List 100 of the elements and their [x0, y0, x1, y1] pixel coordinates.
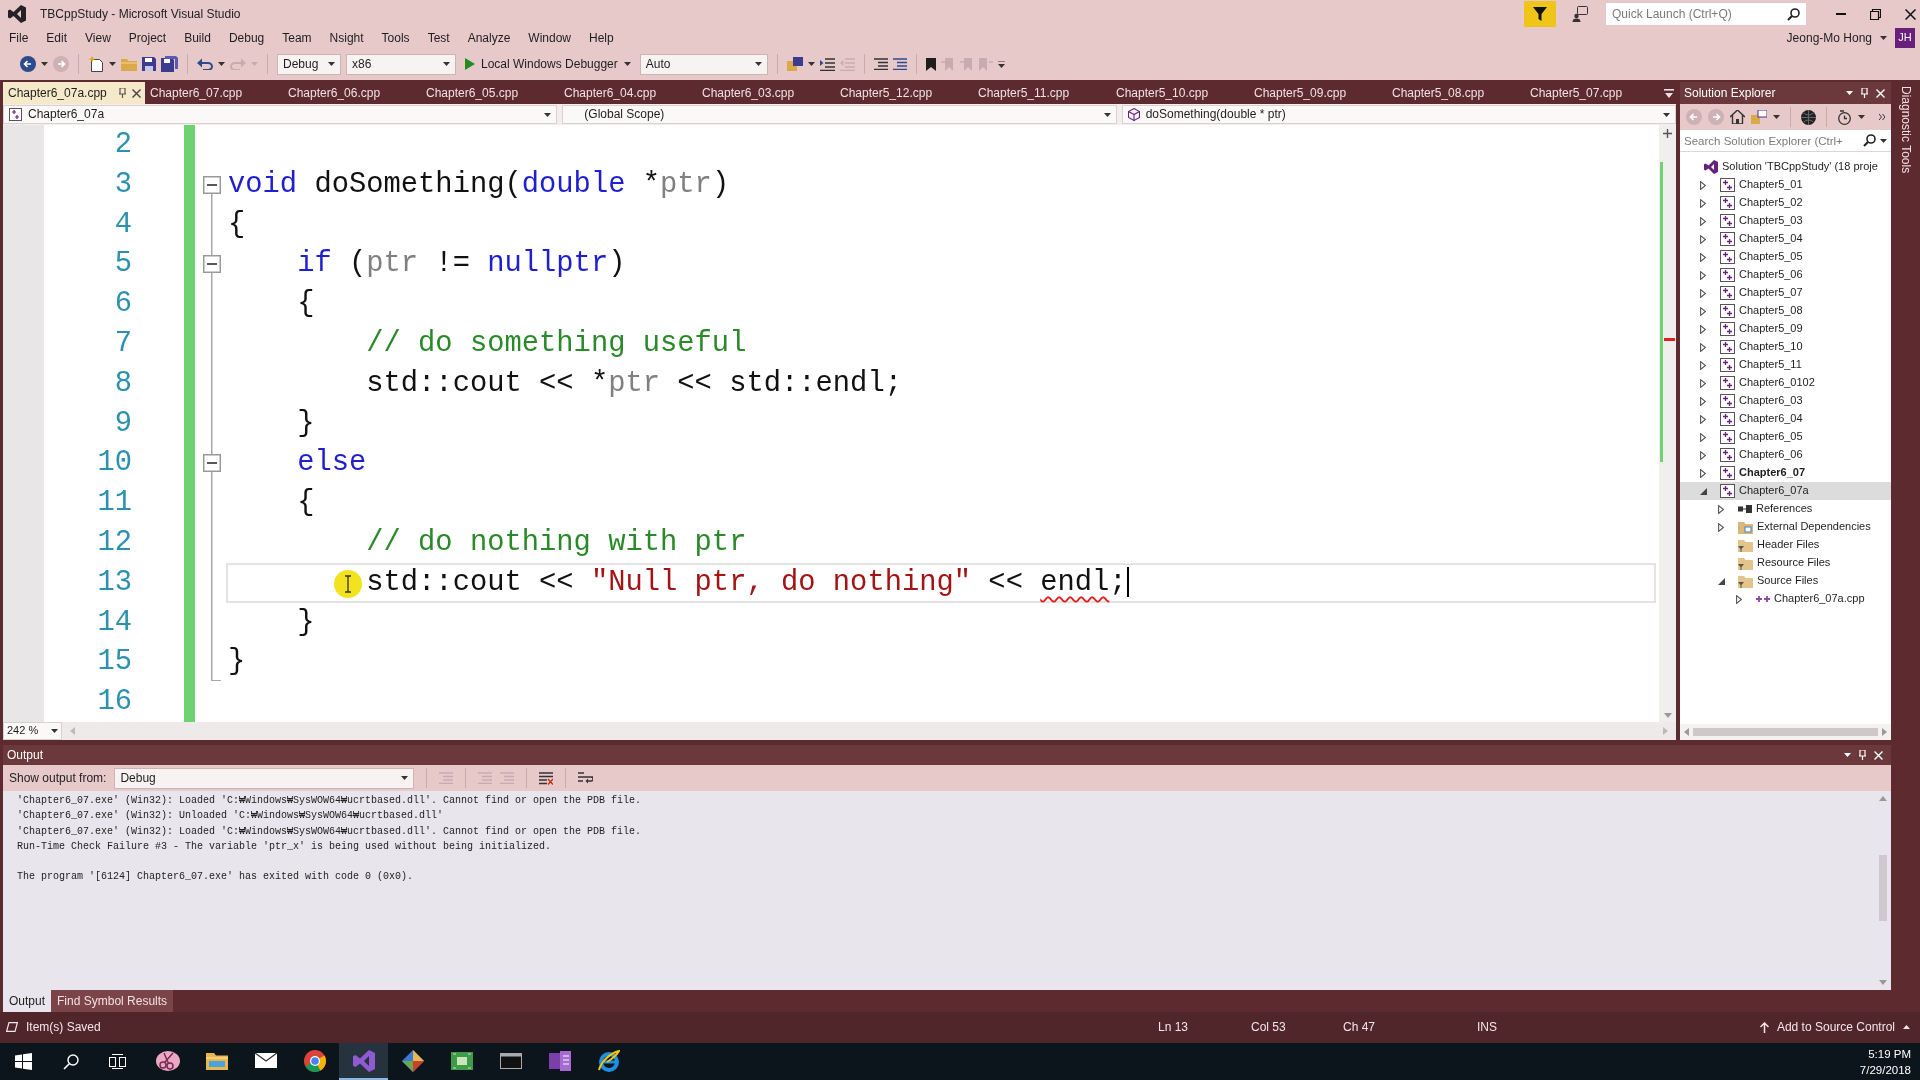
tab-list-icon[interactable]: [1664, 88, 1674, 98]
tree-item[interactable]: Chapter6_04: [1680, 410, 1891, 428]
round-logo-icon[interactable]: [303, 1049, 326, 1072]
document-tab[interactable]: Chapter6_03.cpp: [697, 82, 835, 104]
expanded-arrow-icon[interactable]: [1700, 487, 1707, 495]
left-arrow-icon[interactable]: [1684, 728, 1689, 736]
tree-item[interactable]: Solution 'TBCppStudy' (18 proje: [1680, 158, 1891, 176]
caret-icon[interactable]: [218, 62, 225, 66]
collapsed-arrow-icon[interactable]: [1718, 504, 1724, 514]
collapsed-arrow-icon[interactable]: [1700, 180, 1706, 190]
collapse-icon[interactable]: [203, 175, 221, 194]
tree-item[interactable]: Chapter5_03: [1680, 212, 1891, 230]
collapsed-arrow-icon[interactable]: [1700, 252, 1706, 262]
collapsed-arrow-icon[interactable]: [1700, 450, 1706, 460]
new-file-icon[interactable]: [88, 56, 104, 72]
menu-item[interactable]: Tools: [372, 30, 419, 46]
start-debugging-button[interactable]: Local Windows Debugger: [461, 56, 635, 72]
tree-item[interactable]: Chapter6_07: [1680, 464, 1891, 482]
caret-up-icon[interactable]: [1903, 1025, 1910, 1030]
home-icon[interactable]: [1730, 110, 1745, 124]
tree-item[interactable]: Header Files: [1680, 536, 1891, 554]
tree-item[interactable]: Chapter5_07: [1680, 284, 1891, 302]
search-icon[interactable]: [62, 1053, 79, 1070]
member-combo[interactable]: doSomething(double * ptr): [1121, 105, 1676, 124]
pin-icon[interactable]: [118, 88, 126, 98]
collapsed-arrow-icon[interactable]: [1700, 216, 1706, 226]
back-icon[interactable]: [20, 56, 36, 72]
save-all-icon[interactable]: [161, 56, 178, 72]
caret-icon[interactable]: [109, 62, 116, 66]
tree-item[interactable]: Chapter6_0102: [1680, 374, 1891, 392]
tree-item[interactable]: Chapter5_05: [1680, 248, 1891, 266]
bookmark-icon[interactable]: [925, 57, 936, 71]
menu-item[interactable]: Help: [580, 30, 623, 46]
source-control-button[interactable]: Add to Source Control: [1776, 1020, 1895, 1035]
restore-icon[interactable]: [1870, 8, 1881, 20]
document-tab[interactable]: Chapter5_12.cpp: [835, 82, 973, 104]
close-icon[interactable]: [131, 88, 141, 98]
collapse-icon[interactable]: [203, 454, 221, 473]
undo-icon[interactable]: [197, 58, 213, 70]
board-icon[interactable]: [450, 1051, 473, 1070]
tree-item[interactable]: Chapter6_07a.cpp: [1680, 590, 1891, 608]
document-tab[interactable]: Chapter5_08.cpp: [1387, 82, 1525, 104]
user-avatar[interactable]: JH: [1895, 28, 1915, 48]
collapsed-arrow-icon[interactable]: [1736, 594, 1742, 604]
tree-item[interactable]: Chapter5_06: [1680, 266, 1891, 284]
document-tab[interactable]: Chapter5_09.cpp: [1249, 82, 1387, 104]
document-tab[interactable]: Chapter6_05.cpp: [421, 82, 559, 104]
menu-item[interactable]: Edit: [37, 30, 77, 46]
project-combo[interactable]: Chapter6_07a: [3, 105, 558, 124]
user-name[interactable]: Jeong-Mo Hong: [1786, 30, 1872, 46]
collapsed-arrow-icon[interactable]: [1700, 360, 1706, 370]
auto-combo[interactable]: Auto: [639, 53, 768, 75]
tree-item[interactable]: Chapter6_07a: [1680, 482, 1891, 500]
envelope-icon[interactable]: [254, 1053, 277, 1068]
collapsed-arrow-icon[interactable]: [1700, 378, 1706, 388]
switch-views-icon[interactable]: [1751, 110, 1767, 124]
menu-item[interactable]: Debug: [219, 30, 274, 46]
document-tab[interactable]: Chapter6_07.cpp: [145, 82, 283, 104]
clear-lines-icon[interactable]: [539, 771, 554, 785]
document-tab[interactable]: Chapter5_10.cpp: [1111, 82, 1249, 104]
platform-combo[interactable]: x86: [346, 53, 456, 75]
tree-item[interactable]: Chapter6_06: [1680, 446, 1891, 464]
tree-item[interactable]: Chapter6_03: [1680, 392, 1891, 410]
word-wrap-icon[interactable]: [578, 771, 594, 785]
collapsed-arrow-icon[interactable]: [1700, 396, 1706, 406]
output-source-combo[interactable]: Debug: [114, 767, 415, 789]
search-icon[interactable]: [1787, 7, 1800, 21]
person-bubble-icon[interactable]: [1572, 6, 1588, 22]
close-icon[interactable]: [1905, 8, 1916, 20]
terminal-icon[interactable]: [499, 1052, 522, 1069]
scroll-thumb[interactable]: [1878, 855, 1887, 921]
menu-item[interactable]: Analyze: [458, 30, 520, 46]
caret-icon[interactable]: [1844, 753, 1851, 757]
overflow-icon[interactable]: [997, 60, 1005, 68]
right-arrow-icon[interactable]: [1882, 728, 1887, 736]
tree-item[interactable]: External Dependencies: [1680, 518, 1891, 536]
side-tab[interactable]: Diagnostic Tools: [1898, 86, 1913, 174]
tree-item[interactable]: Chapter6_05: [1680, 428, 1891, 446]
search-icon[interactable]: [1863, 134, 1876, 147]
caret-icon[interactable]: [41, 62, 48, 66]
caret-icon[interactable]: [807, 62, 815, 66]
diamond-icon[interactable]: [401, 1049, 424, 1072]
collapsed-arrow-icon[interactable]: [1700, 234, 1706, 244]
overflow-icon[interactable]: [1879, 114, 1885, 120]
scissors-icon[interactable]: [155, 1049, 180, 1072]
configuration-combo[interactable]: Debug: [277, 53, 341, 75]
menu-item[interactable]: Build: [175, 30, 220, 46]
panel-tab[interactable]: Output: [3, 990, 52, 1012]
menu-item[interactable]: Team: [273, 30, 321, 46]
collapsed-arrow-icon[interactable]: [1700, 324, 1706, 334]
tree-item[interactable]: Source Files: [1680, 572, 1891, 590]
document-tab[interactable]: Chapter6_06.cpp: [283, 82, 421, 104]
clock-icon[interactable]: [1837, 109, 1852, 125]
tree-item[interactable]: Chapter5_09: [1680, 320, 1891, 338]
caret-icon[interactable]: [1846, 91, 1853, 95]
split-icon[interactable]: [1663, 129, 1672, 138]
collapsed-arrow-icon[interactable]: [1718, 522, 1724, 532]
menu-item[interactable]: Window: [519, 30, 581, 46]
lines-icon[interactable]: [892, 58, 907, 70]
vertical-scrollbar[interactable]: [1659, 125, 1676, 722]
